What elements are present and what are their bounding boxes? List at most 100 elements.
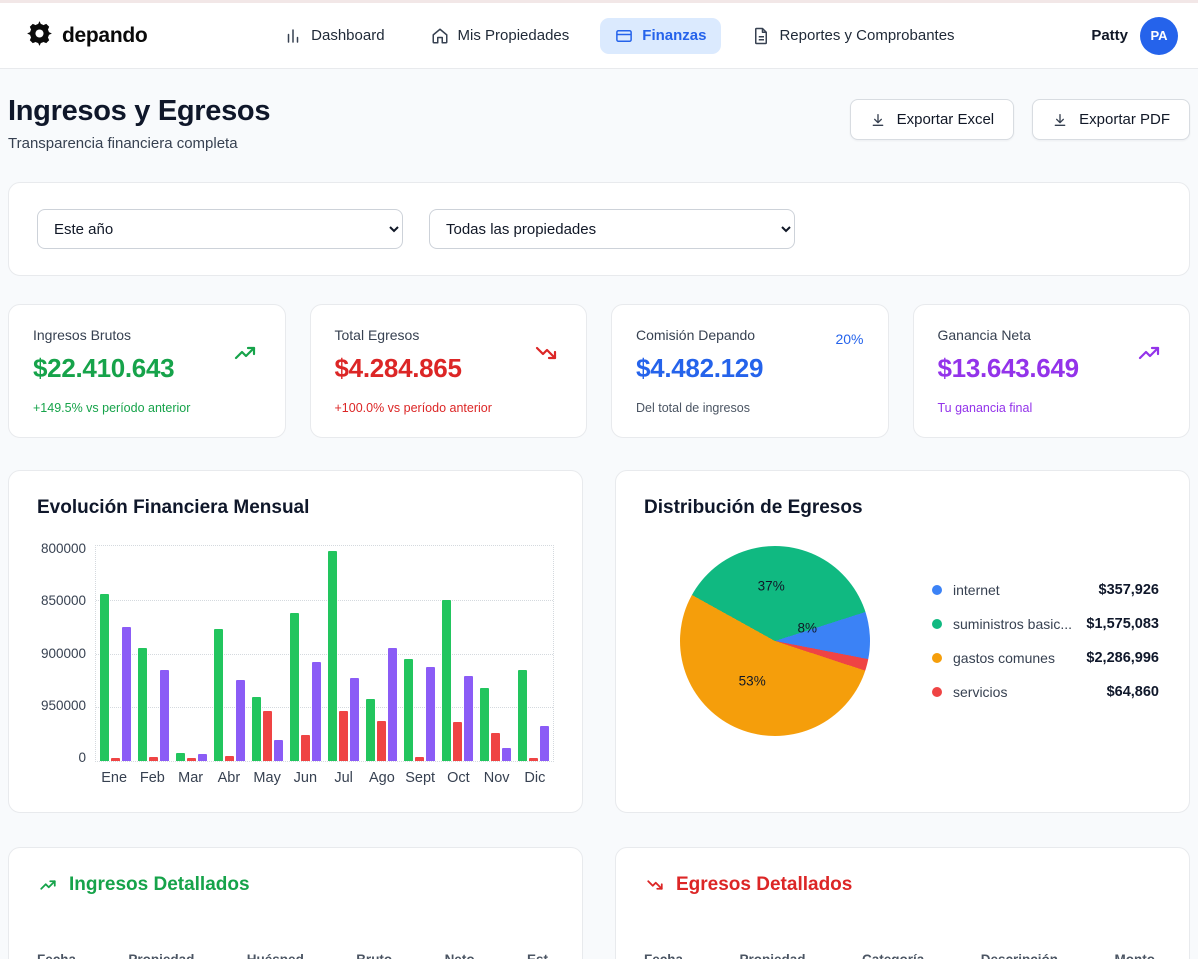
- bar-group-may: [248, 546, 286, 761]
- y-tick-label: 850000: [41, 597, 86, 605]
- brand-name: depando: [62, 24, 147, 48]
- pie-chart-title: Distribución de Egresos: [644, 497, 1161, 519]
- stat-label: Total Egresos: [335, 327, 563, 343]
- legend-item-gastos-comunes: gastos comunes$2,286,996: [932, 650, 1159, 666]
- bar-groups: [96, 546, 553, 761]
- bar-egresos: [415, 757, 424, 761]
- period-select[interactable]: Este año: [37, 209, 403, 249]
- bar-ganancia: [274, 740, 283, 762]
- stat-note: +149.5% vs período anterior: [33, 401, 261, 415]
- bar-group-sept: [401, 546, 439, 761]
- bar-ganancia: [540, 726, 549, 761]
- stat-note: +100.0% vs período anterior: [335, 401, 563, 415]
- export-excel-button[interactable]: Exportar Excel: [850, 99, 1015, 140]
- bar-ganancia: [198, 754, 207, 761]
- bar-ganancia: [388, 648, 397, 761]
- nav-item-label: Mis Propiedades: [458, 27, 570, 44]
- bar-ingresos: [138, 648, 147, 761]
- bar-ganancia: [464, 676, 473, 761]
- legend-label: suministros basic...: [953, 616, 1072, 632]
- bar-group-jul: [324, 546, 362, 761]
- bar-ingresos: [480, 688, 489, 761]
- stat-card-comisi-n-depando: Comisión Depando $4.482.129 Del total de i…: [611, 304, 889, 438]
- depando-logo-gear-icon: [26, 20, 53, 52]
- bar-ganancia: [122, 627, 131, 761]
- ingresos-table-title: Ingresos Detallados: [69, 874, 250, 896]
- nav-item-dashboard[interactable]: Dashboard: [269, 18, 399, 54]
- bar-group-jun: [286, 546, 324, 761]
- stat-note: Tu ganancia final: [938, 401, 1166, 415]
- page-subtitle: Transparencia financiera completa: [8, 135, 270, 152]
- bar-group-ago: [363, 546, 401, 761]
- bar-chart-title: Evolución Financiera Mensual: [37, 497, 554, 519]
- legend-item-servicios: servicios$64,860: [932, 684, 1159, 700]
- bar-ingresos: [290, 613, 299, 761]
- legend-label: internet: [953, 582, 1000, 598]
- brand[interactable]: depando: [26, 20, 147, 52]
- nav-item-mis-propiedades[interactable]: Mis Propiedades: [416, 18, 585, 54]
- bar-group-mar: [172, 546, 210, 761]
- bar-ingresos: [328, 551, 337, 761]
- x-tick-label: Ago: [363, 770, 401, 786]
- column-header-est: Est: [527, 952, 548, 959]
- avatar[interactable]: PA: [1140, 17, 1178, 55]
- egresos-table-card: Egresos Detallados FechaPropiedadCategor…: [615, 847, 1190, 959]
- ingresos-table-card: Ingresos Detallados FechaPropiedadHuéspe…: [8, 847, 583, 959]
- trend-up-icon: [37, 876, 59, 894]
- bar-egresos: [149, 757, 158, 761]
- legend-amount: $1,575,083: [1086, 616, 1159, 632]
- x-tick-label: Mar: [172, 770, 210, 786]
- bar-egresos: [377, 721, 386, 761]
- bar-chart-plot: [95, 545, 554, 762]
- bar-ganancia: [312, 662, 321, 761]
- export-pdf-button[interactable]: Exportar PDF: [1032, 99, 1190, 140]
- bar-group-oct: [439, 546, 477, 761]
- nav-item-label: Reportes y Comprobantes: [779, 27, 954, 44]
- trend-down-icon: [644, 876, 666, 894]
- bar-egresos: [339, 711, 348, 761]
- bar-ganancia: [350, 678, 359, 761]
- nav-item-finanzas[interactable]: Finanzas: [600, 18, 721, 54]
- stat-label: Ganancia Neta: [938, 327, 1166, 343]
- bar-ingresos: [366, 699, 375, 761]
- pie-chart-area: 37%8%53%: [644, 541, 906, 741]
- download-icon: [1052, 112, 1068, 128]
- bar-egresos: [453, 722, 462, 761]
- nav-item-reportes-y-comprobantes[interactable]: Reportes y Comprobantes: [737, 18, 969, 54]
- bar-ingresos: [100, 594, 109, 761]
- stat-note: Del total de ingresos: [636, 401, 864, 415]
- pie-slice-label: 37%: [758, 578, 785, 593]
- y-tick-label: 800000: [41, 545, 86, 553]
- bar-ingresos: [252, 697, 261, 762]
- column-header-propiedad: Propiedad: [128, 952, 194, 959]
- column-header-fecha: Fecha: [644, 952, 683, 959]
- x-tick-label: Ene: [95, 770, 133, 786]
- page-header: Ingresos y Egresos Transparencia financi…: [8, 95, 1190, 152]
- bar-group-ene: [96, 546, 134, 761]
- property-select[interactable]: Todas las propiedades: [429, 209, 795, 249]
- column-header-neto: Neto: [445, 952, 475, 959]
- column-header-monto: Monto: [1114, 952, 1154, 959]
- legend-dot: [932, 653, 942, 663]
- user-name: Patty: [1091, 27, 1128, 44]
- stats-grid: Ingresos Brutos$22.410.643+149.5% vs per…: [8, 304, 1190, 438]
- legend-label: gastos comunes: [953, 650, 1055, 666]
- stat-value: $22.410.643: [33, 353, 261, 384]
- bar-ingresos: [442, 600, 451, 761]
- bar-group-nov: [477, 546, 515, 761]
- user-menu[interactable]: Patty PA: [1091, 17, 1178, 55]
- bar-ganancia: [236, 680, 245, 761]
- bar-ganancia: [502, 748, 511, 761]
- bar-egresos: [187, 758, 196, 761]
- bar-ingresos: [214, 629, 223, 761]
- stat-value: $4.482.129: [636, 353, 864, 384]
- bar-chart-card: Evolución Financiera Mensual 800000 85000…: [8, 470, 583, 813]
- stat-label: Comisión Depando: [636, 327, 864, 343]
- top-navbar: depando Dashboard Mis Propiedades Finanzas…: [0, 3, 1198, 69]
- stat-card-ingresos-brutos: Ingresos Brutos$22.410.643+149.5% vs per…: [8, 304, 286, 438]
- document-icon: [752, 27, 770, 45]
- bar-ingresos: [176, 753, 185, 761]
- x-tick-label: Abr: [210, 770, 248, 786]
- home-icon: [431, 27, 449, 45]
- legend-dot: [932, 619, 942, 629]
